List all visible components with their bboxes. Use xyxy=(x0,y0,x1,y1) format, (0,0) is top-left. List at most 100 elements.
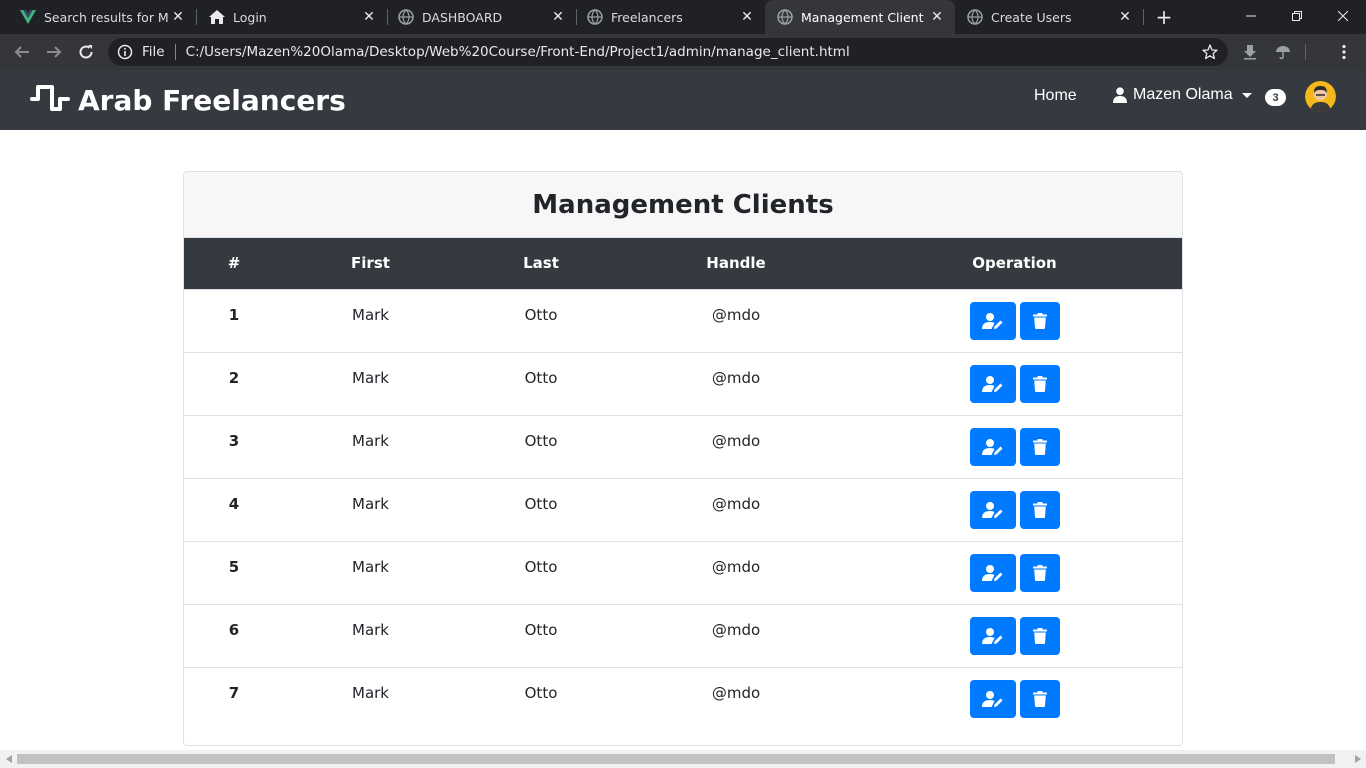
user-name: Mazen Olama xyxy=(1133,86,1233,103)
user-icon xyxy=(1112,87,1128,103)
close-tab-icon[interactable]: ✕ xyxy=(927,7,947,27)
browser-tab[interactable]: Freelancers ✕ xyxy=(567,0,765,34)
toolbar-divider xyxy=(1305,44,1306,60)
reload-icon[interactable] xyxy=(74,40,98,64)
close-tab-icon[interactable]: ✕ xyxy=(737,7,757,27)
first-name-cell: Mark xyxy=(352,683,389,702)
edit-user-button[interactable] xyxy=(969,364,1016,403)
delete-button[interactable] xyxy=(1019,364,1060,403)
scroll-right-arrow-icon[interactable] xyxy=(1349,750,1366,768)
user-edit-icon xyxy=(981,627,1004,645)
column-header-handle: Handle xyxy=(706,254,766,273)
browser-tab[interactable]: Create Users ✕ xyxy=(955,0,1143,34)
new-tab-button[interactable]: + xyxy=(1152,5,1176,29)
trash-icon xyxy=(1032,501,1047,518)
operation-cell xyxy=(847,667,1182,730)
site-navbar: Arab Freelancers Home Mazen Olama 3 xyxy=(0,70,1366,130)
delete-button[interactable] xyxy=(1019,553,1060,592)
operation-cell xyxy=(847,478,1182,541)
caret-down-icon xyxy=(1241,92,1252,98)
download-icon[interactable] xyxy=(1238,40,1262,64)
page-title: Management Clients xyxy=(532,189,834,220)
brand-name: Arab Freelancers xyxy=(78,83,346,117)
last-name-cell: Otto xyxy=(524,494,558,513)
last-name-cell: Otto xyxy=(524,620,558,639)
tab-divider xyxy=(1143,9,1144,25)
vue-logo-icon xyxy=(20,9,36,25)
scroll-left-arrow-icon[interactable] xyxy=(0,750,17,768)
handle-cell: @mdo xyxy=(711,368,761,387)
browser-tab[interactable]: Search results for Mana ✕ xyxy=(0,0,196,34)
delete-button[interactable] xyxy=(1019,490,1060,529)
delete-button[interactable] xyxy=(1019,679,1060,718)
row-index: 7 xyxy=(228,683,240,702)
tab-title: Freelancers xyxy=(611,9,683,25)
last-name-cell: Otto xyxy=(524,368,558,387)
edit-user-button[interactable] xyxy=(969,427,1016,466)
close-tab-icon[interactable]: ✕ xyxy=(1115,7,1135,27)
delete-button[interactable] xyxy=(1019,301,1060,340)
bookmark-star-icon[interactable] xyxy=(1200,42,1220,62)
delete-button[interactable] xyxy=(1019,616,1060,655)
browser-tab-strip: Search results for Mana ✕ Login ✕ DASHBO… xyxy=(0,0,1366,34)
row-index: 5 xyxy=(228,557,240,576)
table-row: 2 Mark Otto @mdo xyxy=(184,352,1182,415)
trash-icon xyxy=(1032,438,1047,455)
operation-cell xyxy=(847,352,1182,415)
brand-link[interactable]: Arab Freelancers xyxy=(30,80,346,120)
avatar[interactable] xyxy=(1305,81,1336,112)
handle-cell: @mdo xyxy=(711,494,761,513)
table-row: 4 Mark Otto @mdo xyxy=(184,478,1182,541)
last-name-cell: Otto xyxy=(524,305,558,324)
last-name-cell: Otto xyxy=(524,557,558,576)
address-bar[interactable]: File C:/Users/Mazen%20Olama/Desktop/Web%… xyxy=(108,38,1228,66)
edit-user-button[interactable] xyxy=(969,616,1016,655)
column-header-index: # xyxy=(227,254,241,273)
tab-title: Create Users xyxy=(991,9,1072,25)
edit-user-button[interactable] xyxy=(969,301,1016,340)
tab-title: DASHBOARD xyxy=(422,9,503,25)
clients-table: # First Last Handle Operation 1 Mark Ott… xyxy=(184,238,1182,730)
row-index: 3 xyxy=(228,431,240,450)
browser-tab[interactable]: DASHBOARD ✕ xyxy=(378,0,576,34)
minimize-window-icon[interactable] xyxy=(1228,0,1274,32)
edit-user-button[interactable] xyxy=(969,679,1016,718)
trash-icon xyxy=(1032,375,1047,392)
last-name-cell: Otto xyxy=(524,683,558,702)
trash-icon xyxy=(1032,690,1047,707)
table-row: 1 Mark Otto @mdo xyxy=(184,289,1182,352)
edit-user-button[interactable] xyxy=(969,490,1016,529)
notification-badge[interactable]: 3 xyxy=(1265,89,1286,106)
url-text[interactable]: C:/Users/Mazen%20Olama/Desktop/Web%20Cou… xyxy=(186,44,850,60)
first-name-cell: Mark xyxy=(352,494,389,513)
first-name-cell: Mark xyxy=(352,557,389,576)
table-row: 3 Mark Otto @mdo xyxy=(184,415,1182,478)
trash-icon xyxy=(1032,564,1047,581)
operation-cell xyxy=(847,604,1182,667)
row-index: 4 xyxy=(228,494,240,513)
close-tab-icon[interactable]: ✕ xyxy=(548,7,568,27)
close-tab-icon[interactable]: ✕ xyxy=(168,7,188,27)
management-card: Management Clients # First Last Handle O… xyxy=(183,171,1183,746)
pulse-logo-icon xyxy=(30,83,70,117)
close-tab-icon[interactable]: ✕ xyxy=(359,7,379,27)
back-arrow-icon[interactable] xyxy=(10,40,34,64)
browser-tab-active[interactable]: Management Client ✕ xyxy=(765,0,955,34)
nav-home-link[interactable]: Home xyxy=(1034,87,1077,105)
info-icon[interactable] xyxy=(116,43,134,61)
umbrella-extension-icon[interactable] xyxy=(1271,40,1295,64)
edit-user-button[interactable] xyxy=(969,553,1016,592)
operation-cell xyxy=(847,541,1182,604)
handle-cell: @mdo xyxy=(711,620,761,639)
forward-arrow-icon[interactable] xyxy=(42,40,66,64)
close-window-icon[interactable] xyxy=(1320,0,1366,32)
scrollbar-thumb[interactable] xyxy=(17,754,1335,764)
horizontal-scrollbar[interactable] xyxy=(0,750,1366,768)
user-dropdown-toggle[interactable]: Mazen Olama xyxy=(1112,86,1252,104)
restore-window-icon[interactable] xyxy=(1274,0,1320,32)
delete-button[interactable] xyxy=(1019,427,1060,466)
first-name-cell: Mark xyxy=(352,305,389,324)
browser-tab[interactable]: Login ✕ xyxy=(189,0,387,34)
kebab-menu-icon[interactable] xyxy=(1332,40,1356,64)
first-name-cell: Mark xyxy=(352,368,389,387)
